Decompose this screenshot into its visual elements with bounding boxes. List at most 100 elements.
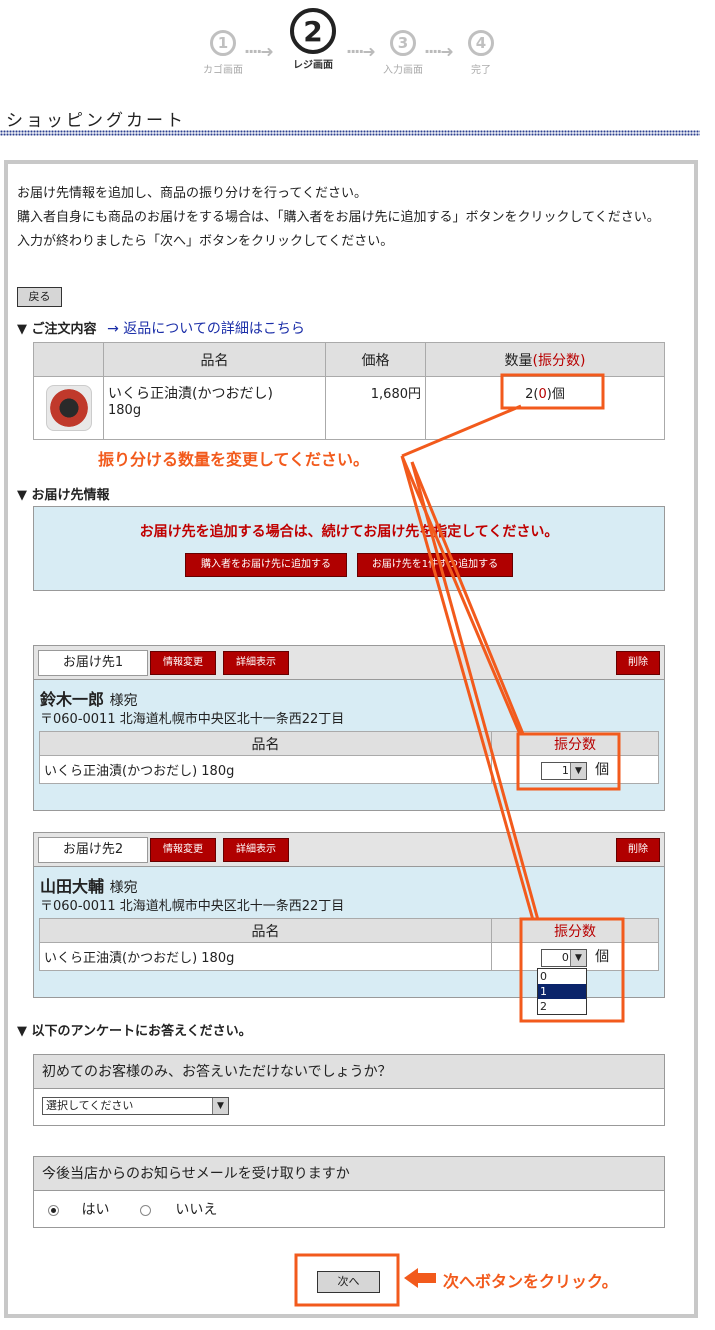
step-number: 2 (290, 8, 336, 54)
order-heading: ▼ ご注文内容 → 返品についての詳細はこちら (17, 318, 305, 338)
dropdown-option-highlighted[interactable]: 1 (538, 984, 586, 999)
col-alloc: 振分数 (491, 731, 659, 756)
destination-tab[interactable]: お届け先1 (38, 650, 148, 676)
delivery-info-panel: お届け先を追加する場合は、続けてお届け先を指定してください。 購入者をお届け先に… (33, 506, 665, 591)
back-button[interactable]: 戻る (17, 287, 62, 307)
col-qty: 数量(振分数) (425, 342, 665, 377)
col-alloc: 振分数 (491, 918, 659, 943)
table-row: いくら正油漬(かつおだし) 180g 0 ▼ 個 (39, 942, 659, 971)
allocation-select-value: 0 (561, 950, 569, 964)
product-unit: 個 (551, 387, 565, 402)
dropdown-option[interactable]: 0 (538, 969, 586, 984)
question-text: 今後当店からのお知らせメールを受け取りますか (34, 1157, 664, 1191)
add-buyer-button[interactable]: 購入者をお届け先に追加する (185, 553, 347, 577)
newsletter-no-label: いいえ (175, 1202, 218, 1218)
allocation-table: 品名 振分数 いくら正油漬(かつおだし) 180g 0 ▼ 個 (39, 918, 659, 971)
progress-steps: 1 カゴ画面 ····➜ 2 レジ画面 ····➜ 3 入力画面 ····➜ 4… (0, 8, 715, 82)
product-qty: 2 (525, 387, 534, 402)
recipient-address: 〒060-0011 北海道札幌市中央区北十一条西22丁目 (40, 712, 345, 727)
allocation-unit: 個 (595, 762, 610, 779)
newsletter-yes-radio[interactable] (48, 1204, 59, 1216)
show-details-button[interactable]: 詳細表示 (223, 838, 289, 862)
survey-heading: ▼ 以下のアンケートにお答えください。 (17, 1024, 252, 1039)
newsletter-yes-label: はい (81, 1202, 110, 1218)
allocation-cell: 1 ▼ 個 (491, 755, 659, 784)
survey-question-1: 初めてのお客様のみ、お答えいただけないでしょうか？ 選択してください ▼ (33, 1054, 665, 1126)
question-answer: はい いいえ (34, 1191, 664, 1227)
intro-line: お届け先情報を追加し、商品の振り分けを行ってください。 (17, 186, 367, 201)
edit-info-button[interactable]: 情報変更 (150, 651, 216, 675)
first-time-select-value: 選択してください (46, 1099, 134, 1112)
step-number: 3 (390, 30, 416, 56)
allocation-select[interactable]: 1 ▼ (540, 761, 587, 780)
delete-button[interactable]: 削除 (616, 838, 660, 862)
product-size: 180g (108, 403, 142, 418)
annotation-next-text: 次へボタンをクリック。 (443, 1272, 618, 1291)
edit-info-button[interactable]: 情報変更 (150, 838, 216, 862)
newsletter-no-radio[interactable] (139, 1204, 151, 1216)
allocation-select-value: 1 (561, 763, 569, 777)
destination-toolbar: お届け先2 情報変更 詳細表示 削除 (34, 833, 664, 867)
show-details-button[interactable]: 詳細表示 (223, 651, 289, 675)
destination-tab[interactable]: お届け先2 (38, 837, 148, 863)
col-qty-label: 数量 (504, 352, 533, 369)
step-number: 1 (210, 30, 236, 56)
col-image (33, 342, 104, 377)
delete-button[interactable]: 削除 (616, 651, 660, 675)
recipient-name: 鈴木一郎 様宛 (40, 686, 138, 710)
step-label: 完了 (471, 65, 491, 76)
recipient-honorific: 様宛 (109, 693, 138, 709)
destination-toolbar: お届け先1 情報変更 詳細表示 削除 (34, 646, 664, 680)
col-name: 品名 (39, 918, 492, 943)
step-label: カゴ画面 (203, 65, 243, 76)
allocation-unit: 個 (595, 949, 610, 966)
allocation-cell: 0 ▼ 個 (491, 942, 659, 971)
allocation-item: いくら正油漬(かつおだし) 180g (39, 755, 492, 784)
chevron-down-icon: ▼ (212, 1098, 228, 1114)
step-complete: 4 完了 (446, 12, 516, 76)
add-destination-button[interactable]: お届け先を1件ずつ追加する (357, 553, 513, 577)
page-title: ショッピングカート (6, 111, 186, 131)
recipient-name-text: 鈴木一郎 (40, 690, 105, 709)
product-name: いくら正油漬(かつおだし) (108, 386, 273, 402)
order-heading-label: ▼ ご注文内容 (17, 322, 97, 337)
returns-link[interactable]: → 返品についての詳細はこちら (107, 321, 305, 337)
col-name: 品名 (103, 342, 326, 377)
step-register: 2 レジ画面 (278, 8, 348, 71)
product-qty-cell: 2(0)個 (425, 376, 665, 440)
annotation-qty-text: 振り分ける数量を変更してください。 (98, 450, 370, 469)
step-arrow-icon: ····➜ (244, 42, 274, 61)
intro-text: お届け先情報を追加し、商品の振り分けを行ってください。 購入者自身にも商品のお届… (17, 182, 689, 254)
question-answer: 選択してください ▼ (34, 1089, 664, 1125)
product-image (45, 385, 92, 431)
table-row: いくら正油漬(かつおだし) 180g 1,680円 2(0)個 (33, 376, 665, 440)
chevron-down-icon: ▼ (569, 949, 586, 966)
question-text: 初めてのお客様のみ、お答えいただけないでしょうか？ (34, 1055, 664, 1089)
intro-line: 入力が終わりましたら「次へ」ボタンをクリックしてください。 (17, 234, 394, 249)
first-time-select[interactable]: 選択してください ▼ (42, 1097, 229, 1115)
dropdown-option[interactable]: 2 (538, 999, 586, 1014)
allocation-dropdown-list: 0 1 2 (537, 968, 587, 1015)
delivery-heading: ▼ お届け先情報 (17, 488, 110, 503)
product-image-cell (33, 376, 104, 440)
product-alloc: 0 (538, 387, 547, 402)
allocation-table: 品名 振分数 いくら正油漬(かつおだし) 180g 1 ▼ 個 (39, 731, 659, 784)
allocation-item: いくら正油漬(かつおだし) 180g (39, 942, 492, 971)
product-price: 1,680円 (325, 376, 426, 440)
recipient-address: 〒060-0011 北海道札幌市中央区北十一条西22丁目 (40, 899, 345, 914)
col-price: 価格 (325, 342, 426, 377)
recipient-honorific: 様宛 (109, 880, 138, 896)
next-button[interactable]: 次へ (317, 1271, 380, 1293)
destination-1: お届け先1 情報変更 詳細表示 削除 鈴木一郎 様宛 〒060-0011 北海道… (33, 645, 665, 811)
intro-line: 購入者自身にも商品のお届けをする場合は、「購入者をお届け先に追加する」ボタンをク… (17, 210, 660, 225)
survey-question-2: 今後当店からのお知らせメールを受け取りますか はい いいえ (33, 1156, 665, 1228)
recipient-name-text: 山田大輔 (40, 877, 105, 896)
step-number: 4 (468, 30, 494, 56)
allocation-select[interactable]: 0 ▼ (540, 948, 587, 967)
product-name-cell: いくら正油漬(かつおだし) 180g (103, 376, 326, 440)
col-alloc-label: 振分数 (538, 352, 580, 369)
order-table: 品名 価格 数量(振分数) いくら正油漬(かつおだし) 180g 1,680円 … (33, 342, 665, 440)
title-divider (0, 130, 700, 136)
step-label: 入力画面 (383, 65, 423, 76)
recipient-name: 山田大輔 様宛 (40, 873, 138, 897)
